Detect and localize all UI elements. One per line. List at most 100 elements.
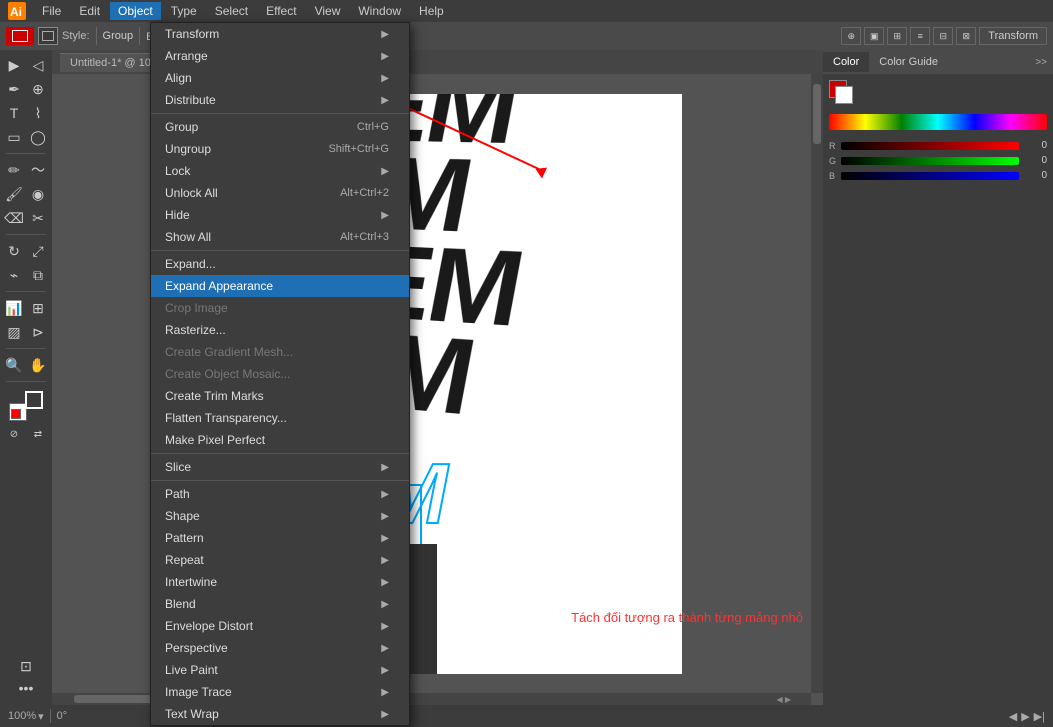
- tool-pencil[interactable]: ✏: [3, 159, 25, 181]
- tool-select[interactable]: ▶: [3, 54, 25, 76]
- menu-item-hide[interactable]: Hide ▶: [151, 204, 409, 226]
- icon-globe[interactable]: ⊕: [841, 27, 861, 45]
- menu-item-show-all[interactable]: Show All Alt+Ctrl+3: [151, 226, 409, 248]
- menu-item-expand[interactable]: Expand...: [151, 253, 409, 275]
- menu-item-lock[interactable]: Lock ▶: [151, 160, 409, 182]
- menu-view[interactable]: View: [307, 2, 349, 20]
- icon-align-center[interactable]: ≡: [910, 27, 930, 45]
- menu-edit[interactable]: Edit: [71, 2, 108, 20]
- zoom-control[interactable]: 100% ▾: [8, 710, 44, 723]
- menu-item-image-trace[interactable]: Image Trace ▶: [151, 681, 409, 703]
- tab-color[interactable]: Color: [823, 52, 869, 72]
- value-r[interactable]: 0: [1023, 140, 1047, 151]
- nav-prev[interactable]: ◀: [1009, 710, 1017, 723]
- menu-item-trim-marks[interactable]: Create Trim Marks: [151, 385, 409, 407]
- tool-more[interactable]: •••: [15, 677, 37, 699]
- transform-button[interactable]: Transform: [979, 27, 1047, 45]
- style-dropdown[interactable]: Style:: [62, 30, 90, 42]
- stroke-indicator[interactable]: [38, 27, 58, 45]
- nav-next[interactable]: ▶|: [1034, 710, 1045, 723]
- menu-item-repeat[interactable]: Repeat ▶: [151, 549, 409, 571]
- tool-screen[interactable]: ⊡: [15, 655, 37, 677]
- menu-item-unlock-all[interactable]: Unlock All Alt+Ctrl+2: [151, 182, 409, 204]
- menu-item-live-paint[interactable]: Live Paint ▶: [151, 659, 409, 681]
- menu-item-path[interactable]: Path ▶: [151, 483, 409, 505]
- slider-b[interactable]: [841, 172, 1019, 180]
- menu-item-perspective[interactable]: Perspective ▶: [151, 637, 409, 659]
- tool-free[interactable]: ⧉: [27, 264, 49, 286]
- panel-expand-button[interactable]: >>: [1029, 53, 1053, 72]
- tool-direct-select[interactable]: ◁: [27, 54, 49, 76]
- value-b[interactable]: 0: [1023, 170, 1047, 181]
- tool-rectangle[interactable]: ▭: [3, 126, 25, 148]
- swatch-fg[interactable]: [829, 80, 853, 104]
- value-g[interactable]: 0: [1023, 155, 1047, 166]
- menu-item-pixel-perfect[interactable]: Make Pixel Perfect: [151, 429, 409, 451]
- menu-type[interactable]: Type: [163, 2, 205, 20]
- icon-align-right[interactable]: ⊟: [933, 27, 953, 45]
- zoom-value[interactable]: 100%: [8, 710, 36, 722]
- menu-item-pattern[interactable]: Pattern ▶: [151, 527, 409, 549]
- tool-anchor[interactable]: ⊕: [27, 78, 49, 100]
- icon-artboard[interactable]: ▣: [864, 27, 884, 45]
- tool-type-path[interactable]: ⌇: [27, 102, 49, 124]
- menu-item-text-wrap[interactable]: Text Wrap ▶: [151, 703, 409, 725]
- panel-tabs: Color Color Guide >>: [823, 50, 1053, 74]
- menu-item-blend[interactable]: Blend ▶: [151, 593, 409, 615]
- menu-item-shape[interactable]: Shape ▶: [151, 505, 409, 527]
- menu-window[interactable]: Window: [350, 2, 409, 20]
- stroke-color[interactable]: [25, 391, 43, 409]
- tool-row-shape: ▭ ◯: [3, 126, 49, 148]
- menu-item-expand-appearance[interactable]: Expand Appearance: [151, 275, 409, 297]
- tool-scale[interactable]: ⤢: [27, 240, 49, 262]
- tool-brush[interactable]: 🖌: [3, 183, 25, 205]
- menu-effect[interactable]: Effect: [258, 2, 304, 20]
- nav-play[interactable]: ▶: [1021, 710, 1029, 723]
- angle-value[interactable]: 0°: [57, 710, 68, 722]
- tool-mesh[interactable]: ⊞: [27, 297, 49, 319]
- tool-gradient[interactable]: ▨: [3, 321, 25, 343]
- menu-item-group[interactable]: Group Ctrl+G: [151, 116, 409, 138]
- tool-scissor[interactable]: ✂: [27, 207, 49, 229]
- menu-item-envelope-distort[interactable]: Envelope Distort ▶: [151, 615, 409, 637]
- tab-color-guide[interactable]: Color Guide: [869, 52, 948, 72]
- tool-warp[interactable]: ⌁: [3, 264, 25, 286]
- menu-item-intertwine[interactable]: Intertwine ▶: [151, 571, 409, 593]
- scrollbar-vertical[interactable]: [811, 74, 823, 693]
- color-spectrum[interactable]: [829, 114, 1047, 130]
- menu-object[interactable]: Object: [110, 2, 161, 20]
- tool-smooth[interactable]: 〜: [27, 159, 49, 181]
- menu-item-slice[interactable]: Slice ▶: [151, 456, 409, 478]
- menu-item-arrange[interactable]: Arrange ▶: [151, 45, 409, 67]
- tool-type[interactable]: T: [3, 102, 25, 124]
- menu-item-ungroup[interactable]: Ungroup Shift+Ctrl+G: [151, 138, 409, 160]
- menu-help[interactable]: Help: [411, 2, 452, 20]
- tool-graph[interactable]: 📊: [3, 297, 25, 319]
- menu-item-rasterize[interactable]: Rasterize...: [151, 319, 409, 341]
- fill-indicator[interactable]: [6, 27, 34, 45]
- tool-eyedrop[interactable]: ⊳: [27, 321, 49, 343]
- tool-none[interactable]: ⊘: [3, 423, 25, 445]
- icon-align-left[interactable]: ⊞: [887, 27, 907, 45]
- angle-control[interactable]: 0°: [57, 710, 68, 722]
- tool-ellipse[interactable]: ◯: [27, 126, 49, 148]
- menu-file[interactable]: File: [34, 2, 69, 20]
- menu-item-align[interactable]: Align ▶: [151, 67, 409, 89]
- menu-item-transform[interactable]: Transform ▶: [151, 23, 409, 45]
- tool-rotate[interactable]: ↻: [3, 240, 25, 262]
- menu-select[interactable]: Select: [207, 2, 256, 20]
- tool-swap[interactable]: ⇄: [27, 423, 49, 445]
- scrollbar-h-thumb[interactable]: [74, 695, 154, 703]
- tool-zoom[interactable]: 🔍: [3, 354, 25, 376]
- menu-item-distribute[interactable]: Distribute ▶: [151, 89, 409, 111]
- tool-hand[interactable]: ✋: [27, 354, 49, 376]
- menu-item-flatten-transparency[interactable]: Flatten Transparency...: [151, 407, 409, 429]
- tool-pen[interactable]: ✒: [3, 78, 25, 100]
- slider-g[interactable]: [841, 157, 1019, 165]
- tool-eraser[interactable]: ⌫: [3, 207, 25, 229]
- slider-r[interactable]: [841, 142, 1019, 150]
- zoom-dropdown-arrow[interactable]: ▾: [38, 710, 44, 723]
- icon-distribute[interactable]: ⊠: [956, 27, 976, 45]
- scrollbar-v-thumb[interactable]: [813, 84, 821, 144]
- tool-blob[interactable]: ◉: [27, 183, 49, 205]
